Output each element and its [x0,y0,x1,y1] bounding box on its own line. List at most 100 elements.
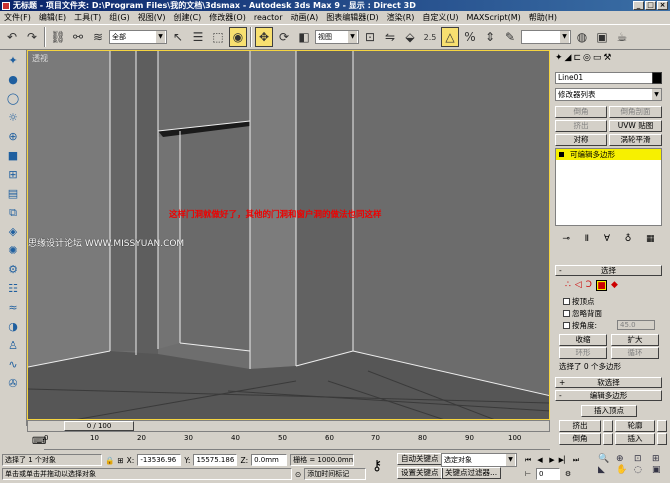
ignore-backfacing-checkbox[interactable]: 忽略背面 [563,308,602,319]
stack-item-editable-poly[interactable]: 可编辑多边形 [556,149,661,160]
time-slider-thumb[interactable]: 0 / 100 [64,421,134,431]
angle-snap-icon[interactable]: △ [441,27,459,47]
light-icon[interactable]: ☼ [2,109,24,126]
bevel-button[interactable]: 倒角 [555,106,607,118]
hierarchy-tab-icon[interactable]: ⊏ [573,53,581,63]
menu-graph-editors[interactable]: 图表编辑器(D) [322,12,382,23]
bind-space-warp-icon[interactable]: ≋ [89,27,107,47]
stairs-icon[interactable]: ⧉ [2,204,24,221]
previous-frame-icon[interactable]: ◀ [534,454,546,466]
z-coordinate-field[interactable]: 0.0mm [251,454,288,466]
menu-reactor[interactable]: reactor [250,13,287,22]
sphere-icon[interactable]: ● [2,71,24,88]
modify-tab-icon[interactable]: ◢ [565,53,572,63]
cylinder-icon[interactable]: ▤ [2,185,24,202]
object-color-swatch[interactable] [652,72,662,84]
redo-icon[interactable]: ↷ [23,27,41,47]
key-icon[interactable]: ⚷ [372,458,382,474]
select-by-name-icon[interactable]: ☰ [189,27,207,47]
menu-modifiers[interactable]: 修改器(O) [205,12,250,23]
rotate-icon[interactable]: ⟳ [275,27,293,47]
snap-toggle-icon[interactable]: 2.5 [421,27,439,47]
soft-selection-rollout-header[interactable]: + 软选择 [555,377,662,388]
configure-sets-icon[interactable]: ▦ [646,234,655,248]
time-tag-icon[interactable]: ⊙ [295,470,301,479]
vertex-level-icon[interactable]: ∴ [565,280,571,291]
border-level-icon[interactable]: Ↄ [586,280,592,291]
quick-render-icon[interactable]: ☕ [613,27,631,47]
menu-create[interactable]: 创建(C) [169,12,205,23]
lock-selection-icon[interactable]: 🔒 [105,456,114,465]
helper-icon[interactable]: ⊞ [2,166,24,183]
utility-icon[interactable]: ✇ [2,375,24,392]
field-of-view-icon[interactable]: ◣ [598,465,615,475]
curve-icon[interactable]: ∿ [2,356,24,373]
motion-tab-icon[interactable]: ◎ [583,53,591,63]
named-selection-dropdown[interactable] [521,30,571,44]
key-mode-dropdown[interactable]: 选定对象 [441,453,517,467]
edit-polygons-rollout-header[interactable]: - 编辑多边形 [555,390,662,401]
scale-icon[interactable]: ◧ [295,27,313,47]
menu-file[interactable]: 文件(F) [0,12,35,23]
cloth-icon[interactable]: ☷ [2,280,24,297]
edge-level-icon[interactable]: ◁ [575,280,582,291]
element-level-icon[interactable]: ◆ [611,280,618,291]
hair-icon[interactable]: ≈ [2,299,24,316]
grow-button[interactable]: 扩大 [611,334,659,346]
menu-group[interactable]: 组(G) [105,12,133,23]
zoom-icon[interactable]: 🔍 [598,454,615,464]
particle-icon[interactable]: ✺ [2,242,24,259]
close-button[interactable]: × [657,1,668,10]
menu-tools[interactable]: 工具(T) [70,12,105,23]
time-config-icon[interactable]: ⚙ [562,468,574,480]
bevel-profile-button[interactable]: 倒角剖面 [609,106,662,118]
x-coordinate-field[interactable]: -13536.96 [137,454,182,466]
selection-filter-dropdown[interactable]: 全部 [109,30,167,44]
window-crossing-icon[interactable]: ◉ [229,27,247,47]
next-frame-icon[interactable]: ▶▏ [558,454,570,466]
maximize-button[interactable]: □ [645,1,656,10]
y-coordinate-field[interactable]: 15575.186 [193,454,238,466]
go-to-end-icon[interactable]: ⏭ [570,454,582,466]
modifier-list-dropdown[interactable]: 修改器列表 [555,88,662,101]
menu-animation[interactable]: 动画(A) [286,12,322,23]
utilities-tab-icon[interactable]: ⚒ [603,53,611,63]
play-icon[interactable]: ▶ [546,454,558,466]
menu-views[interactable]: 视图(V) [134,12,170,23]
edit-named-selection-icon[interactable]: ✎ [501,27,519,47]
key-mode-toggle-icon[interactable]: ⊢ [522,468,534,480]
dynamics-icon[interactable]: ◑ [2,318,24,335]
zoom-all-icon[interactable]: ⊕ [616,454,633,464]
auto-key-button[interactable]: 自动关键点 [397,453,443,465]
remove-modifier-icon[interactable]: ♁ [625,234,632,248]
key-filters-button[interactable]: 关键点过滤器... [441,467,502,479]
symmetry-button[interactable]: 对称 [555,134,607,146]
time-slider[interactable]: 0 / 100 [27,420,550,432]
select-object-icon[interactable]: ↖ [169,27,187,47]
track-bar[interactable]: 0 10 20 30 40 50 60 70 80 90 100 [44,434,550,450]
arc-rotate-icon[interactable]: ◌ [634,465,651,475]
ring-button[interactable]: 环形 [559,347,607,359]
pan-icon[interactable]: ✋ [616,465,633,475]
spinner-snap-icon[interactable]: ⇕ [481,27,499,47]
pivot-center-icon[interactable]: ⊡ [361,27,379,47]
align-icon[interactable]: ⬙ [401,27,419,47]
extrude-modifier-button[interactable]: 挤出 [555,120,607,132]
set-key-button[interactable]: 设置关键点 [397,467,443,479]
rectangular-selection-icon[interactable]: ⬚ [209,27,227,47]
zoom-extents-icon[interactable]: ⊡ [634,454,651,464]
object-name-field[interactable]: Line01 [555,72,658,84]
menu-help[interactable]: 帮助(H) [525,12,561,23]
polygon-level-icon[interactable]: ■ [595,280,607,291]
select-link-icon[interactable]: ⛓ [49,27,67,47]
maximize-viewport-icon[interactable]: ▣ [652,465,669,475]
go-to-start-icon[interactable]: ⏮ [522,454,534,466]
box-icon[interactable]: ■ [2,147,24,164]
selection-rollout-header[interactable]: - 选择 [555,265,662,276]
material-editor-icon[interactable]: ◍ [573,27,591,47]
zoom-extents-all-icon[interactable]: ⊞ [652,454,669,464]
pin-stack-icon[interactable]: ⊸ [562,234,570,248]
by-vertex-checkbox[interactable]: 按顶点 [563,296,595,307]
perspective-viewport[interactable]: 透视 这样门洞就做好了，其他的门洞和窗户洞的做法也同这样 思缘设计论坛 WWW.… [27,50,550,420]
shrink-button[interactable]: 收缩 [559,334,607,346]
